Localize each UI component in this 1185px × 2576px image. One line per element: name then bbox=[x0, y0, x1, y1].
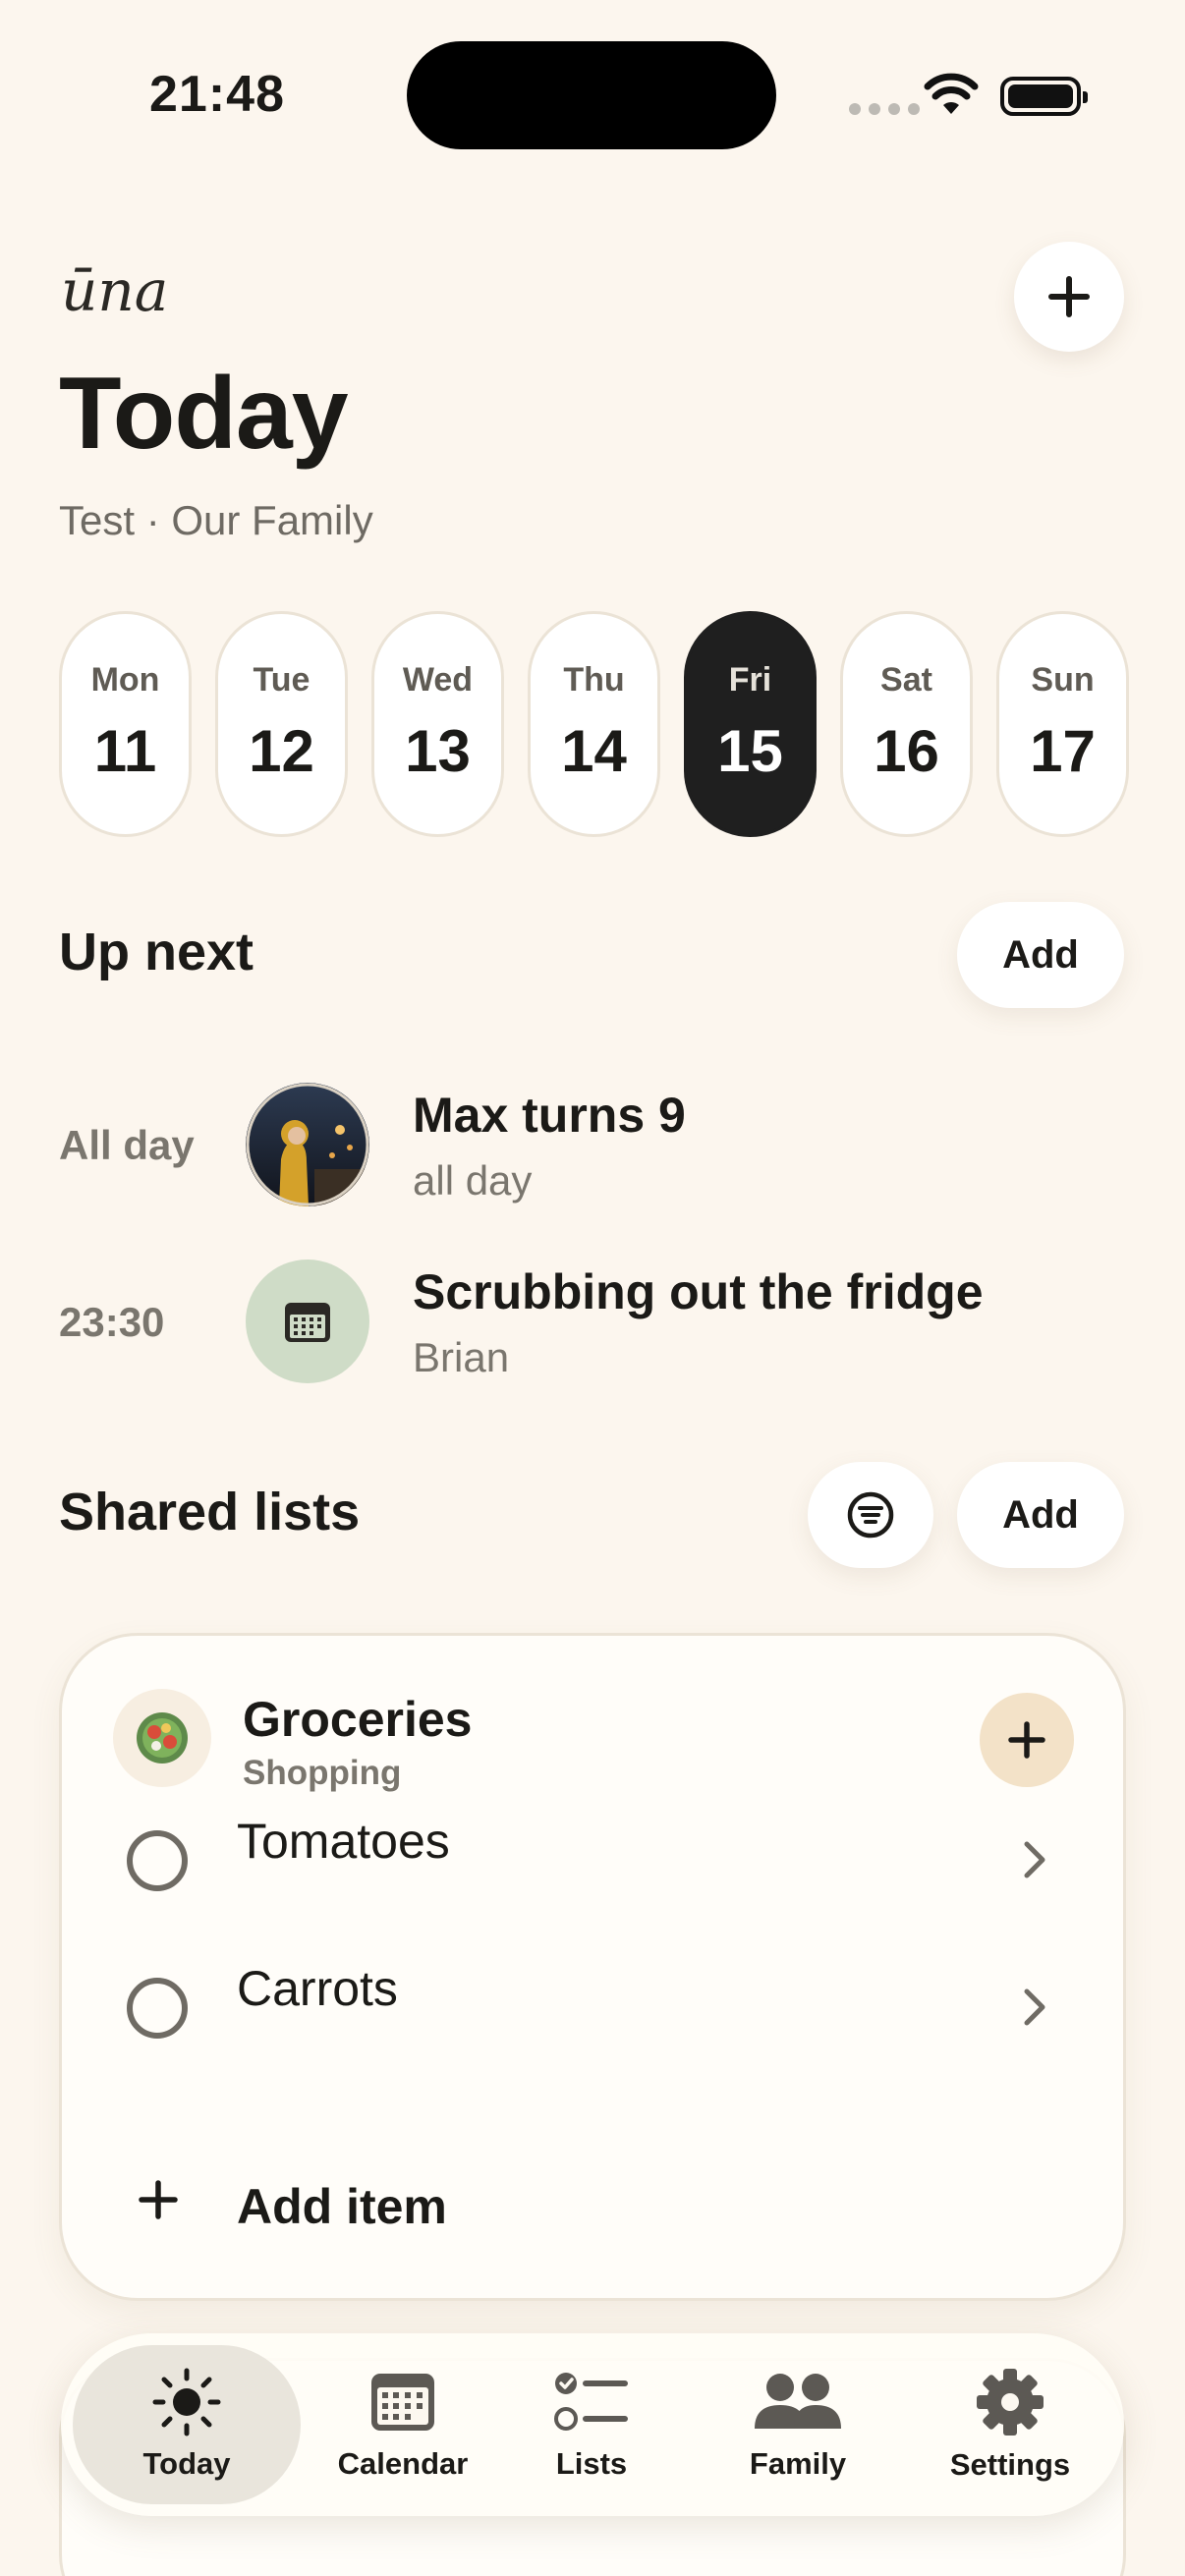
day-name: Mon bbox=[90, 661, 160, 699]
day-name: Thu bbox=[563, 661, 625, 699]
day-chip-selected[interactable]: Fri 15 bbox=[684, 611, 817, 837]
filter-icon bbox=[847, 1491, 894, 1539]
day-number: 11 bbox=[93, 718, 157, 784]
day-number: 12 bbox=[249, 718, 314, 784]
day-number: 14 bbox=[561, 718, 627, 784]
plus-icon bbox=[1008, 1721, 1045, 1759]
calendar-icon bbox=[285, 1303, 330, 1342]
brand-logo: ūna bbox=[61, 257, 169, 324]
tab-label: Family bbox=[749, 2446, 847, 2481]
battery-icon bbox=[1000, 77, 1088, 116]
day-chip[interactable]: Wed 13 bbox=[371, 611, 504, 837]
day-chip[interactable]: Tue 12 bbox=[215, 611, 348, 837]
event-title[interactable]: Scrubbing out the fridge bbox=[413, 1263, 984, 1320]
cellular-signal-icon bbox=[849, 103, 920, 115]
event-time: All day bbox=[59, 1122, 195, 1168]
tab-settings[interactable]: Settings bbox=[914, 2345, 1106, 2504]
page-title: Today bbox=[59, 357, 349, 471]
item-label: Carrots bbox=[237, 1961, 398, 2016]
chevron-right-icon bbox=[1024, 1841, 1045, 1878]
list-item[interactable]: Carrots bbox=[62, 1952, 1123, 2070]
tab-label: Today bbox=[142, 2446, 231, 2481]
tab-calendar[interactable]: Calendar bbox=[312, 2345, 493, 2504]
event-title[interactable]: Max turns 9 bbox=[413, 1087, 686, 1144]
event-time: 23:30 bbox=[59, 1299, 165, 1345]
add-to-list-button[interactable] bbox=[980, 1693, 1074, 1787]
tab-family[interactable]: Family bbox=[709, 2345, 886, 2504]
status-time: 21:48 bbox=[149, 66, 285, 123]
tab-bar: Today Calendar Lists Family Settings bbox=[61, 2333, 1124, 2516]
event-calendar-avatar bbox=[246, 1260, 369, 1383]
filter-button[interactable] bbox=[808, 1462, 933, 1568]
new-item-button[interactable] bbox=[1014, 242, 1124, 352]
dynamic-island bbox=[407, 41, 776, 149]
add-item-button[interactable]: Add item bbox=[237, 2178, 447, 2235]
day-number: 17 bbox=[1030, 718, 1096, 784]
list-item[interactable]: Tomatoes bbox=[62, 1805, 1123, 1923]
item-checkbox[interactable] bbox=[127, 1978, 188, 2039]
day-name: Fri bbox=[728, 661, 772, 699]
day-name: Wed bbox=[402, 661, 474, 699]
week-strip: Mon 11 Tue 12 Wed 13 Thu 14 Fri 15 Sat 16 Sun 1… bbox=[59, 611, 1129, 837]
event-subtitle: all day bbox=[413, 1157, 533, 1204]
add-event-button[interactable]: Add bbox=[957, 902, 1124, 1008]
list-title[interactable]: Groceries bbox=[243, 1691, 472, 1748]
household-subtitle: Test · Our Family bbox=[59, 497, 373, 543]
day-name: Sat bbox=[880, 661, 932, 699]
plus-icon bbox=[139, 2180, 178, 2219]
calendar-icon bbox=[371, 2374, 434, 2431]
day-chip[interactable]: Sun 17 bbox=[996, 611, 1129, 837]
day-number: 15 bbox=[717, 718, 783, 784]
item-label: Tomatoes bbox=[237, 1814, 450, 1869]
day-number: 13 bbox=[405, 718, 471, 784]
tab-today[interactable]: Today bbox=[73, 2345, 301, 2504]
checklist-icon bbox=[554, 2373, 628, 2431]
day-chip[interactable]: Mon 11 bbox=[59, 611, 192, 837]
people-icon bbox=[755, 2374, 841, 2429]
photo-avatar bbox=[246, 1083, 369, 1206]
list-category: Shopping bbox=[243, 1754, 402, 1792]
shared-lists-title: Shared lists bbox=[59, 1483, 361, 1541]
day-chip[interactable]: Sat 16 bbox=[840, 611, 973, 837]
wifi-icon bbox=[924, 73, 979, 114]
day-name: Tue bbox=[253, 661, 310, 699]
list-card-groceries: Groceries Shopping Tomatoes Carrots Add … bbox=[59, 1633, 1126, 2301]
day-name: Sun bbox=[1031, 661, 1095, 699]
event-subtitle: Brian bbox=[413, 1334, 510, 1380]
tab-label: Settings bbox=[949, 2447, 1071, 2482]
salad-bowl-icon bbox=[113, 1689, 211, 1787]
chevron-right-icon bbox=[1024, 1988, 1045, 2026]
tab-label: Lists bbox=[555, 2446, 628, 2481]
day-number: 16 bbox=[874, 718, 939, 784]
up-next-title: Up next bbox=[59, 923, 254, 981]
add-list-button[interactable]: Add bbox=[957, 1462, 1124, 1568]
tab-label: Calendar bbox=[337, 2446, 469, 2481]
day-chip[interactable]: Thu 14 bbox=[528, 611, 660, 837]
plus-icon bbox=[1048, 276, 1090, 317]
gear-icon bbox=[977, 2369, 1044, 2436]
tab-lists[interactable]: Lists bbox=[513, 2345, 670, 2504]
sun-icon bbox=[152, 2368, 221, 2436]
item-checkbox[interactable] bbox=[127, 1830, 188, 1891]
